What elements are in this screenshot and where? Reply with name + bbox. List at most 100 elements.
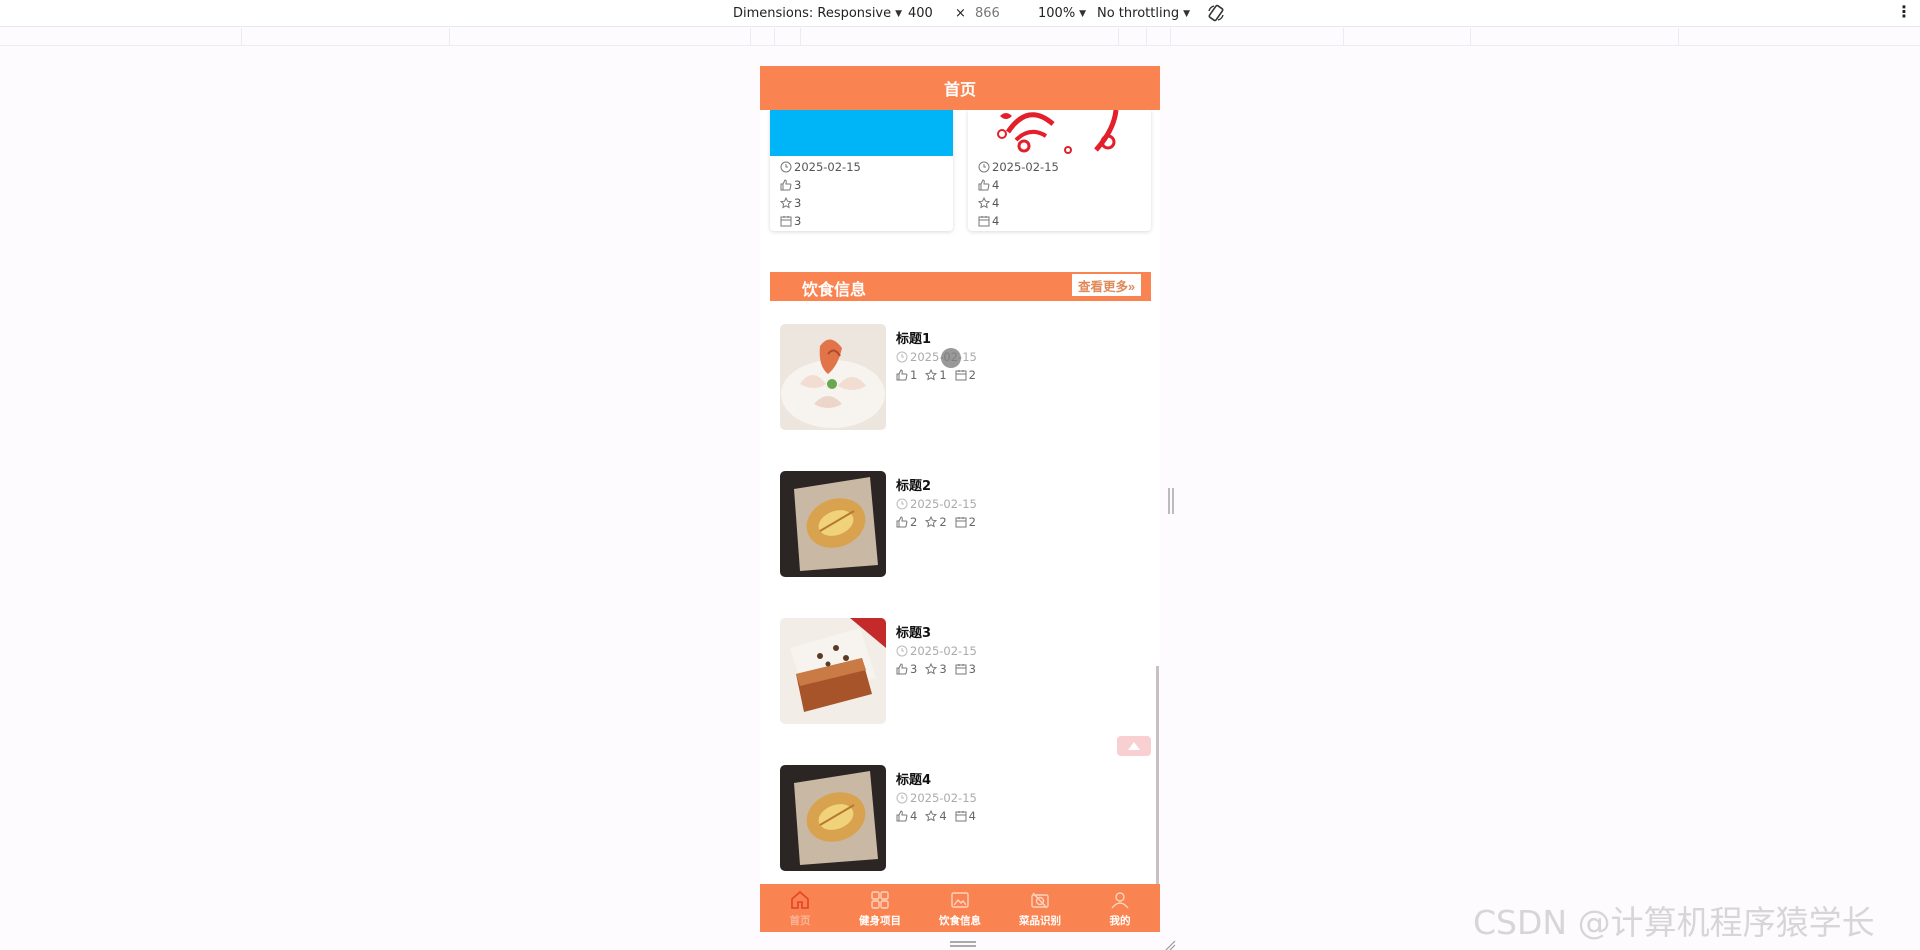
throttling-dropdown[interactable]: No throttling ▼: [1097, 6, 1190, 21]
thumbs-up-icon: [780, 179, 792, 191]
calendar-icon: [780, 215, 792, 227]
dimensions-dropdown[interactable]: Dimensions: Responsive ▼: [733, 6, 902, 21]
clock-icon: [978, 161, 990, 173]
media-query-ruler: [0, 28, 1920, 46]
thumbs-up-icon: [896, 663, 908, 675]
food-favorites: 1: [939, 368, 947, 382]
thumbs-up-icon: [896, 369, 908, 381]
card-image: [968, 110, 1151, 156]
food-title: 标题3: [896, 626, 932, 641]
clock-icon: [780, 161, 792, 173]
tab-fitness[interactable]: 健身项目: [840, 884, 920, 932]
food-title: 标题2: [896, 479, 932, 494]
tab-label: 健身项目: [859, 914, 901, 927]
card-likes: 4: [992, 178, 1000, 192]
tab-mine[interactable]: 我的: [1080, 884, 1160, 932]
times-sign: ×: [955, 6, 966, 21]
star-icon: [925, 810, 938, 822]
phone-viewport: 首页 2025-02-15 3 3 3 2025-02-15 4 4 4 饮食信…: [760, 66, 1160, 932]
food-thumbnail: [780, 765, 886, 871]
food-thumbnail: [780, 324, 886, 430]
resize-handle-corner[interactable]: [1164, 936, 1176, 950]
bottom-tabbar: 首页 健身项目 饮食信息 菜品识别 我的: [760, 884, 1160, 932]
tab-label: 我的: [1109, 914, 1131, 927]
section-title: 饮食信息: [802, 280, 867, 299]
zoom-dropdown[interactable]: 100% ▼: [1038, 6, 1086, 21]
card-views: 3: [794, 214, 802, 228]
star-icon: [780, 197, 792, 209]
food-views: 2: [968, 515, 976, 529]
food-likes: 2: [910, 515, 918, 529]
calendar-icon: [978, 215, 990, 227]
star-icon: [978, 197, 990, 209]
tab-home[interactable]: 首页: [760, 884, 840, 932]
card-favorites: 3: [794, 196, 802, 210]
food-views: 4: [968, 809, 976, 823]
food-title: 标题4: [896, 773, 932, 788]
project-card[interactable]: 2025-02-15 4 4 4: [968, 110, 1151, 231]
grid-icon: [871, 890, 889, 909]
food-favorites: 4: [939, 809, 947, 823]
food-date: 2025-02-15: [910, 497, 977, 511]
food-title: 标题1: [896, 332, 932, 347]
food-favorites: 2: [939, 515, 947, 529]
food-likes: 4: [910, 809, 918, 823]
zoom-label: 100%: [1038, 6, 1076, 21]
food-thumbnail: [780, 618, 886, 724]
food-date: 2025-02-15: [910, 644, 977, 658]
tab-label: 首页: [789, 914, 811, 927]
throttling-label: No throttling: [1097, 6, 1180, 21]
card-views: 4: [992, 214, 1000, 228]
page-header: 首页: [760, 66, 1160, 110]
devtools-toolbar: Dimensions: Responsive ▼ 400 × 866 100% …: [0, 0, 1920, 27]
watermark: CSDN @计算机程序猿学长: [1473, 903, 1875, 942]
food-views: 3: [968, 662, 976, 676]
tab-diet[interactable]: 饮食信息: [920, 884, 1000, 932]
arrow-up-icon: [1128, 742, 1140, 750]
back-to-top-button[interactable]: [1117, 736, 1151, 756]
resize-handle-bottom[interactable]: [950, 941, 976, 947]
dimensions-label: Dimensions: Responsive: [733, 6, 892, 21]
tab-label: 饮食信息: [939, 914, 981, 927]
user-icon: [1111, 891, 1129, 908]
width-input[interactable]: 400: [908, 6, 933, 21]
food-views: 2: [968, 368, 976, 382]
card-likes: 3: [794, 178, 802, 192]
tab-dish-recognition[interactable]: 菜品识别: [1000, 884, 1080, 932]
calendar-icon: [955, 369, 967, 381]
scrollbar[interactable]: [1156, 666, 1159, 896]
rotate-icon[interactable]: [1206, 3, 1226, 23]
card-favorites: 4: [992, 196, 1000, 210]
food-list-item[interactable]: 标题3 2025-02-15 3 3 3: [780, 618, 1140, 724]
project-card[interactable]: 2025-02-15 3 3 3: [770, 110, 953, 231]
thumbs-up-icon: [978, 179, 990, 191]
tab-label: 菜品识别: [1019, 914, 1061, 927]
clock-icon: [896, 498, 908, 510]
food-list-item[interactable]: 标题4 2025-02-15 4 4 4: [780, 765, 1140, 871]
clock-icon: [896, 645, 908, 657]
more-options-icon[interactable]: ⋮: [1896, 2, 1912, 21]
thumbs-up-icon: [896, 810, 908, 822]
clock-icon: [896, 792, 908, 804]
food-list-item[interactable]: 标题2 2025-02-15 2 2 2: [780, 471, 1140, 577]
home-icon: [791, 890, 809, 909]
card-date: 2025-02-15: [992, 160, 1059, 174]
food-thumbnail: [780, 471, 886, 577]
section-header: 饮食信息 查看更多»: [770, 272, 1151, 301]
star-icon: [925, 663, 938, 675]
height-input[interactable]: 866: [975, 6, 1000, 21]
card-date: 2025-02-15: [794, 160, 861, 174]
caret-down-icon: ▼: [1079, 8, 1087, 19]
caret-down-icon: ▼: [895, 8, 903, 19]
page-title: 首页: [943, 80, 976, 99]
food-favorites: 3: [939, 662, 947, 676]
caret-down-icon: ▼: [1183, 8, 1190, 19]
clock-icon: [896, 351, 908, 363]
calendar-icon: [955, 810, 967, 822]
food-likes: 1: [910, 368, 918, 382]
star-icon: [925, 369, 938, 381]
resize-handle-right[interactable]: [1168, 488, 1174, 514]
food-list-item[interactable]: 标题1 2025-02-15 1 1 2: [780, 324, 1140, 430]
card-image: [770, 110, 953, 156]
view-more-button[interactable]: 查看更多»: [1072, 274, 1141, 296]
